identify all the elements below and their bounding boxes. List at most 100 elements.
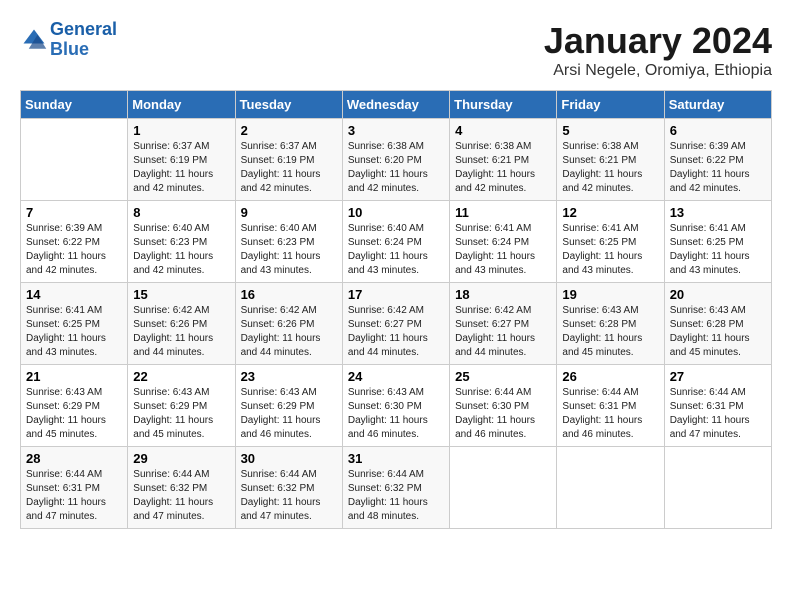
day-number: 8 — [133, 205, 229, 220]
day-cell: 15 Sunrise: 6:42 AM Sunset: 6:26 PM Dayli… — [128, 283, 235, 365]
col-header-friday: Friday — [557, 91, 664, 119]
day-info: Sunrise: 6:43 AM Sunset: 6:29 PM Dayligh… — [26, 386, 122, 442]
day-number: 2 — [241, 123, 337, 138]
day-number: 11 — [455, 205, 551, 220]
day-cell — [664, 447, 771, 529]
week-row-1: 1 Sunrise: 6:37 AM Sunset: 6:19 PM Daylig… — [21, 119, 772, 201]
logo-blue: Blue — [50, 39, 89, 59]
day-cell: 24Sunrise: 6:43 AM Sunset: 6:30 PM Dayli… — [342, 365, 449, 447]
day-number: 14 — [26, 287, 122, 302]
day-number: 13 — [670, 205, 766, 220]
day-cell: 1 Sunrise: 6:37 AM Sunset: 6:19 PM Daylig… — [128, 119, 235, 201]
day-info: Sunrise: 6:44 AM Sunset: 6:30 PM Dayligh… — [455, 386, 551, 442]
col-header-monday: Monday — [128, 91, 235, 119]
day-number: 1 — [133, 123, 229, 138]
location-subtitle: Arsi Negele, Oromiya, Ethiopia — [544, 62, 772, 80]
day-cell: 14 Sunrise: 6:41 AM Sunset: 6:25 PM Dayli… — [21, 283, 128, 365]
day-cell: 26Sunrise: 6:44 AM Sunset: 6:31 PM Dayli… — [557, 365, 664, 447]
day-info: Sunrise: 6:39 AM Sunset: 6:22 PM Dayligh… — [670, 140, 766, 196]
calendar-table: SundayMondayTuesdayWednesdayThursdayFrid… — [20, 90, 772, 529]
day-info: Sunrise: 6:42 AM Sunset: 6:27 PM Dayligh… — [348, 304, 444, 360]
day-number: 5 — [562, 123, 658, 138]
day-info: Sunrise: 6:44 AM Sunset: 6:31 PM Dayligh… — [670, 386, 766, 442]
day-info: Sunrise: 6:41 AM Sunset: 6:25 PM Dayligh… — [26, 304, 122, 360]
day-cell — [21, 119, 128, 201]
day-info: Sunrise: 6:44 AM Sunset: 6:32 PM Dayligh… — [348, 468, 444, 524]
col-header-tuesday: Tuesday — [235, 91, 342, 119]
day-cell: 25 Sunrise: 6:44 AM Sunset: 6:30 PM Dayli… — [450, 365, 557, 447]
day-cell: 2Sunrise: 6:37 AM Sunset: 6:19 PM Daylig… — [235, 119, 342, 201]
logo-icon — [20, 26, 48, 54]
day-info: Sunrise: 6:38 AM Sunset: 6:21 PM Dayligh… — [562, 140, 658, 196]
day-info: Sunrise: 6:42 AM Sunset: 6:27 PM Dayligh… — [455, 304, 551, 360]
day-info: Sunrise: 6:43 AM Sunset: 6:29 PM Dayligh… — [133, 386, 229, 442]
day-info: Sunrise: 6:41 AM Sunset: 6:24 PM Dayligh… — [455, 222, 551, 278]
day-cell: 13Sunrise: 6:41 AM Sunset: 6:25 PM Dayli… — [664, 201, 771, 283]
logo-general: General — [50, 19, 117, 39]
day-number: 21 — [26, 369, 122, 384]
logo-text: General Blue — [50, 20, 117, 60]
day-cell — [450, 447, 557, 529]
day-info: Sunrise: 6:41 AM Sunset: 6:25 PM Dayligh… — [562, 222, 658, 278]
week-row-5: 28Sunrise: 6:44 AM Sunset: 6:31 PM Dayli… — [21, 447, 772, 529]
day-cell: 18 Sunrise: 6:42 AM Sunset: 6:27 PM Dayli… — [450, 283, 557, 365]
page-header: General Blue January 2024 Arsi Negele, O… — [20, 20, 772, 80]
day-cell: 30Sunrise: 6:44 AM Sunset: 6:32 PM Dayli… — [235, 447, 342, 529]
month-title: January 2024 — [544, 20, 772, 62]
day-number: 26 — [562, 369, 658, 384]
col-header-thursday: Thursday — [450, 91, 557, 119]
week-row-3: 14 Sunrise: 6:41 AM Sunset: 6:25 PM Dayli… — [21, 283, 772, 365]
day-number: 20 — [670, 287, 766, 302]
day-number: 12 — [562, 205, 658, 220]
day-info: Sunrise: 6:40 AM Sunset: 6:23 PM Dayligh… — [133, 222, 229, 278]
day-number: 27 — [670, 369, 766, 384]
day-number: 18 — [455, 287, 551, 302]
day-number: 6 — [670, 123, 766, 138]
col-header-saturday: Saturday — [664, 91, 771, 119]
day-number: 30 — [241, 451, 337, 466]
day-cell: 8 Sunrise: 6:40 AM Sunset: 6:23 PM Daylig… — [128, 201, 235, 283]
day-cell: 28Sunrise: 6:44 AM Sunset: 6:31 PM Dayli… — [21, 447, 128, 529]
day-number: 16 — [241, 287, 337, 302]
day-info: Sunrise: 6:44 AM Sunset: 6:32 PM Dayligh… — [133, 468, 229, 524]
day-cell: 4Sunrise: 6:38 AM Sunset: 6:21 PM Daylig… — [450, 119, 557, 201]
day-number: 23 — [241, 369, 337, 384]
col-header-sunday: Sunday — [21, 91, 128, 119]
day-info: Sunrise: 6:37 AM Sunset: 6:19 PM Dayligh… — [133, 140, 229, 196]
day-info: Sunrise: 6:38 AM Sunset: 6:20 PM Dayligh… — [348, 140, 444, 196]
day-info: Sunrise: 6:43 AM Sunset: 6:28 PM Dayligh… — [670, 304, 766, 360]
day-info: Sunrise: 6:40 AM Sunset: 6:23 PM Dayligh… — [241, 222, 337, 278]
day-cell: 20 Sunrise: 6:43 AM Sunset: 6:28 PM Dayli… — [664, 283, 771, 365]
day-cell: 23 Sunrise: 6:43 AM Sunset: 6:29 PM Dayli… — [235, 365, 342, 447]
day-number: 19 — [562, 287, 658, 302]
day-cell: 7 Sunrise: 6:39 AM Sunset: 6:22 PM Daylig… — [21, 201, 128, 283]
day-number: 17 — [348, 287, 444, 302]
day-info: Sunrise: 6:42 AM Sunset: 6:26 PM Dayligh… — [133, 304, 229, 360]
day-number: 25 — [455, 369, 551, 384]
calendar-header-row: SundayMondayTuesdayWednesdayThursdayFrid… — [21, 91, 772, 119]
day-cell: 12 Sunrise: 6:41 AM Sunset: 6:25 PM Dayli… — [557, 201, 664, 283]
day-cell: 27 Sunrise: 6:44 AM Sunset: 6:31 PM Dayli… — [664, 365, 771, 447]
day-number: 10 — [348, 205, 444, 220]
day-cell: 22Sunrise: 6:43 AM Sunset: 6:29 PM Dayli… — [128, 365, 235, 447]
day-info: Sunrise: 6:43 AM Sunset: 6:29 PM Dayligh… — [241, 386, 337, 442]
day-number: 4 — [455, 123, 551, 138]
day-cell: 9 Sunrise: 6:40 AM Sunset: 6:23 PM Daylig… — [235, 201, 342, 283]
day-number: 9 — [241, 205, 337, 220]
day-info: Sunrise: 6:43 AM Sunset: 6:28 PM Dayligh… — [562, 304, 658, 360]
day-cell: 31Sunrise: 6:44 AM Sunset: 6:32 PM Dayli… — [342, 447, 449, 529]
day-number: 3 — [348, 123, 444, 138]
day-cell: 5 Sunrise: 6:38 AM Sunset: 6:21 PM Daylig… — [557, 119, 664, 201]
day-info: Sunrise: 6:40 AM Sunset: 6:24 PM Dayligh… — [348, 222, 444, 278]
day-info: Sunrise: 6:43 AM Sunset: 6:30 PM Dayligh… — [348, 386, 444, 442]
day-cell: 19 Sunrise: 6:43 AM Sunset: 6:28 PM Dayli… — [557, 283, 664, 365]
day-number: 28 — [26, 451, 122, 466]
day-info: Sunrise: 6:39 AM Sunset: 6:22 PM Dayligh… — [26, 222, 122, 278]
day-number: 15 — [133, 287, 229, 302]
day-number: 7 — [26, 205, 122, 220]
day-cell: 16Sunrise: 6:42 AM Sunset: 6:26 PM Dayli… — [235, 283, 342, 365]
day-number: 29 — [133, 451, 229, 466]
day-cell: 29 Sunrise: 6:44 AM Sunset: 6:32 PM Dayli… — [128, 447, 235, 529]
day-cell: 10 Sunrise: 6:40 AM Sunset: 6:24 PM Dayli… — [342, 201, 449, 283]
day-cell — [557, 447, 664, 529]
